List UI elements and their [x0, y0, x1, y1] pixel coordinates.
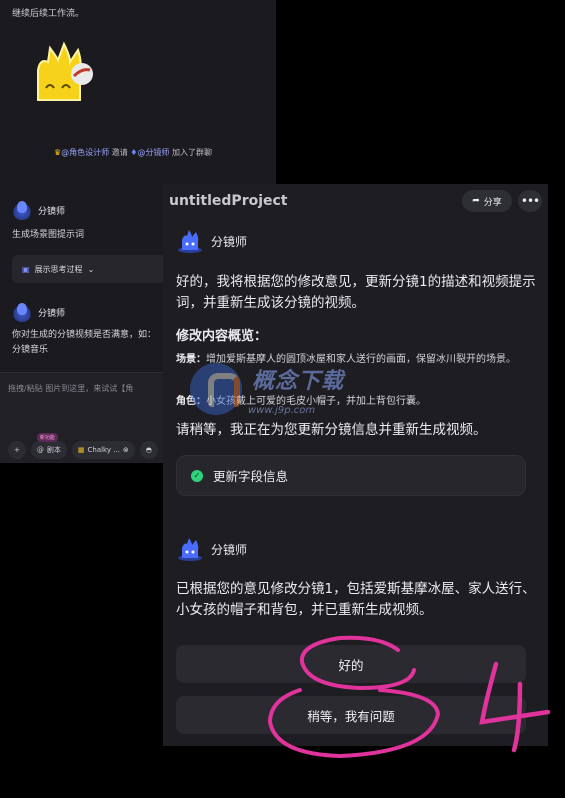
assistant-message: 好的，我将根据您的修改意见，更新分镜1的描述和视频提示词，并重新生成该分镜的视频… — [176, 274, 536, 311]
agent-name: 分镜师 — [38, 206, 66, 217]
flame-sticker-icon — [37, 41, 93, 101]
project-title: untitledProject — [169, 193, 288, 209]
check-circle-icon: ✓ — [191, 469, 203, 482]
style-button[interactable]: ▦ Chalky ... ⊗ — [71, 441, 135, 459]
field-update-card[interactable]: ✓ 更新字段信息 — [176, 455, 526, 496]
summary-heading: 修改内容概览： — [176, 329, 268, 344]
share-label: 分享 — [483, 197, 502, 208]
chat-input-placeholder: 拖拽/粘贴 图片到这里，来试试【角 — [8, 384, 134, 393]
script-button[interactable]: 新功能 @ 剧本 — [30, 433, 67, 459]
chat-message-line: 分镜音乐 — [12, 345, 49, 355]
field-update-label: 更新字段信息 — [213, 469, 289, 484]
at-icon: @ — [36, 446, 44, 454]
add-button[interactable]: + — [8, 441, 26, 459]
style-label: Chalky ... — [87, 446, 120, 454]
watermark-url: www.j9p.com — [248, 405, 316, 416]
chevron-down-icon: ⌄ — [87, 264, 95, 274]
watermark-logo-icon — [190, 363, 242, 415]
agent-header: 分镜师 — [12, 200, 65, 220]
thinking-icon: ▣ — [22, 264, 30, 274]
agent-flame-avatar-icon — [178, 538, 202, 561]
join-suffix: 加入了群聊 — [171, 148, 212, 157]
agent-name: 分镜师 — [211, 542, 248, 557]
input-toolbar: + 新功能 @ 剧本 ▦ Chalky ... ⊗ ◓ — [8, 433, 158, 459]
agent-header: 分镜师 — [176, 228, 247, 254]
agent-header: 分镜师 — [12, 302, 65, 322]
share-icon: ➦ — [472, 196, 480, 206]
agent-header: 分镜师 — [176, 536, 247, 562]
reply-question-button[interactable]: 稍等，我有问题 — [176, 696, 526, 734]
watermark-title: 概念下载 — [252, 369, 345, 394]
show-thinking-button[interactable]: ▣ 展示思考过程 ⌄ — [12, 255, 172, 283]
helmet-button[interactable]: ◓ — [139, 441, 158, 459]
agent-flame-avatar-icon — [178, 230, 202, 253]
close-icon[interactable]: ⊗ — [123, 446, 129, 454]
project-chat-panel: untitledProject ➦ 分享 ••• 分镜师 好的，我将根据您的修改… — [163, 184, 548, 746]
chat-message-text: 你对生成的分镜视频是否满意，如： 分镜音乐 — [12, 328, 156, 358]
agent-name: 分镜师 — [38, 308, 66, 319]
chat-message-line: 你对生成的分镜视频是否满意，如： — [12, 330, 157, 340]
agent-name: 分镜师 — [211, 234, 248, 249]
waiting-message: 请稍等，我正在为您更新分镜信息并重新生成视频。 — [176, 422, 487, 438]
show-thinking-label: 展示思考过程 — [34, 264, 83, 274]
site-watermark: 概念下载 www.j9p.com — [190, 363, 350, 423]
helmet-icon: ◓ — [145, 446, 152, 454]
join-notice: ♛@角色设计师 邀请 ♦@分镜师 加入了群聊 — [54, 147, 212, 158]
assistant-message: 已根据您的意见修改分镜1，包括爱斯基摩冰屋、家人送行、小女孩的帽子和背包，并已重… — [176, 581, 536, 618]
agent-avatar — [12, 200, 32, 220]
style-thumbnail-icon: ▦ — [77, 446, 85, 454]
join-action: 邀请 — [111, 148, 128, 157]
reply-ok-button[interactable]: 好的 — [176, 645, 526, 683]
invitee-mention[interactable]: @分镜师 — [137, 148, 169, 157]
agent-avatar — [12, 302, 32, 322]
share-button[interactable]: ➦ 分享 — [462, 190, 512, 212]
inviter-mention[interactable]: @角色设计师 — [61, 148, 109, 157]
more-options-button[interactable]: ••• — [518, 190, 542, 212]
script-label: 剧本 — [46, 446, 61, 454]
new-feature-badge: 新功能 — [36, 433, 58, 442]
chat-message-text: 生成场景图提示词 — [12, 230, 85, 240]
chat-message-text: 继续后续工作流。 — [12, 9, 85, 19]
